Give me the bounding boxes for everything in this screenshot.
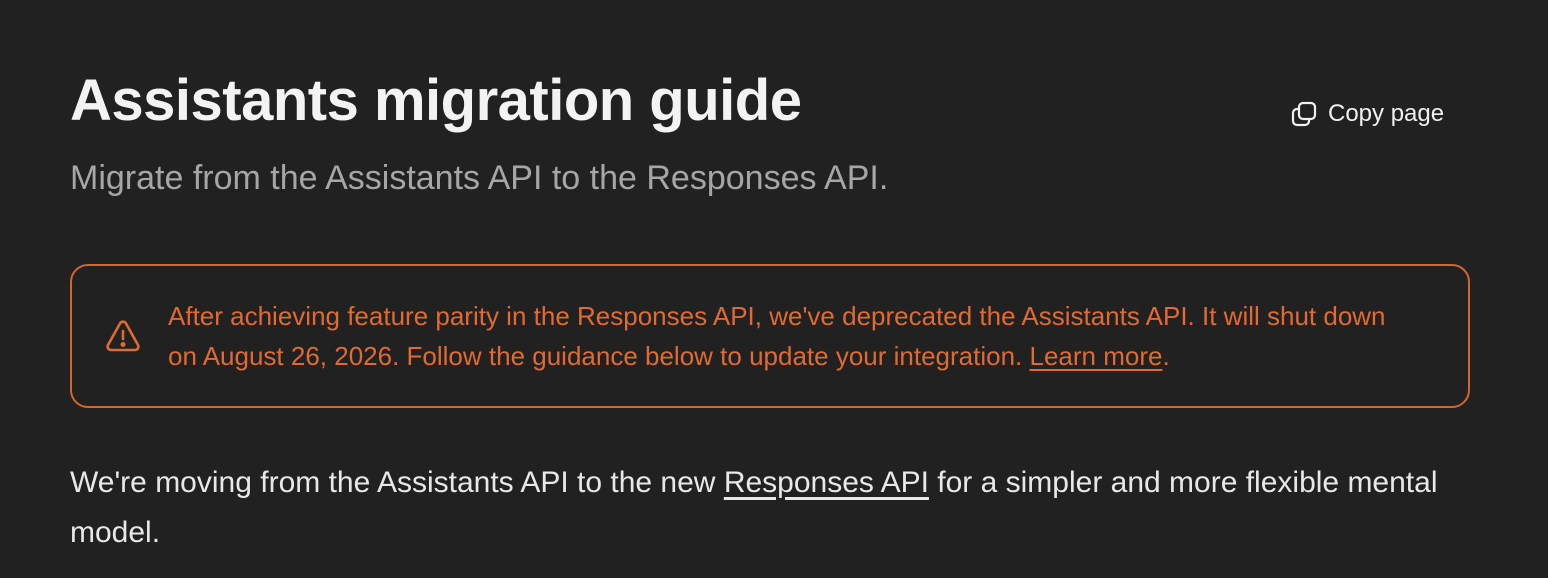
warning-icon: [104, 317, 142, 355]
responses-api-link[interactable]: Responses API: [724, 466, 929, 499]
page-title: Assistants migration guide: [70, 68, 802, 133]
intro-paragraph: We're moving from the Assistants API to …: [70, 458, 1450, 558]
intro-text-start: We're moving from the Assistants API to …: [70, 466, 724, 499]
deprecation-callout: After achieving feature parity in the Re…: [70, 264, 1470, 408]
callout-text: After achieving feature parity in the Re…: [168, 296, 1408, 376]
callout-period: .: [1162, 341, 1170, 371]
copy-icon: [1290, 100, 1318, 128]
callout-message: After achieving feature parity in the Re…: [168, 301, 1386, 371]
copy-page-label: Copy page: [1328, 100, 1445, 127]
learn-more-link[interactable]: Learn more: [1030, 341, 1163, 371]
copy-page-button[interactable]: Copy page: [1290, 96, 1444, 132]
page-subtitle: Migrate from the Assistants API to the R…: [70, 159, 889, 197]
doc-page: Assistants migration guide Copy page Mig…: [0, 0, 1548, 578]
